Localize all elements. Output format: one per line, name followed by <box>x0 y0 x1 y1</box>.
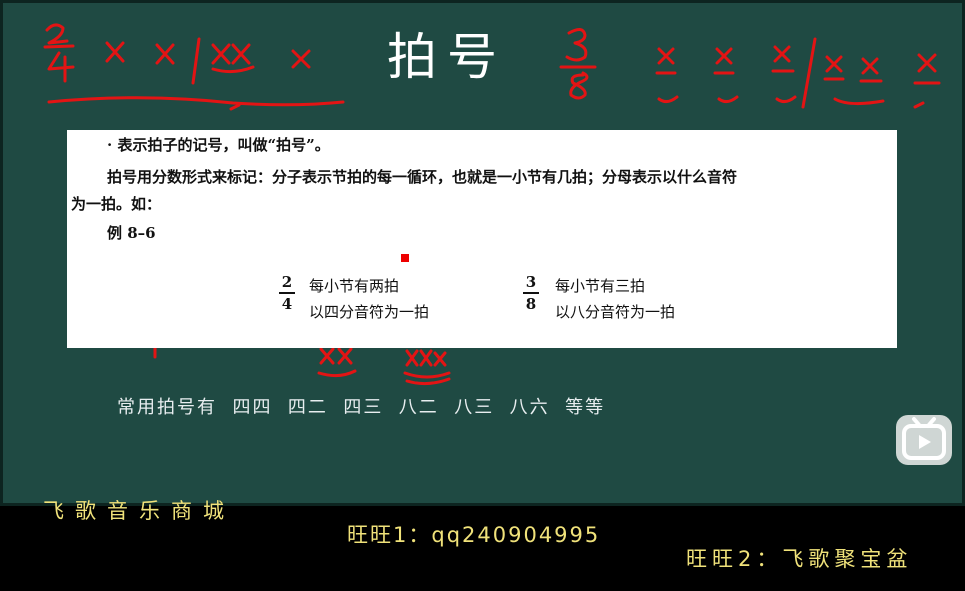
common-meters-line: 常用拍号有 四四 四二 四三 八二 八三 八六 等等 <box>117 397 606 418</box>
denominator: 8 <box>525 294 537 313</box>
beats-per-measure: 每小节有三拍 <box>555 277 646 295</box>
wangwang-1: 旺旺1：qq240904995 <box>347 523 601 547</box>
meter-description-3-8: 每小节有三拍 以八分音符为一拍 <box>555 273 675 325</box>
bilibili-tv-icon[interactable] <box>896 415 952 465</box>
annotation-meter-3-8-top <box>559 28 597 100</box>
meter-fraction-3-8: 3 8 <box>523 273 539 313</box>
numerator: 3 <box>525 273 537 291</box>
definition-line: · 表示拍子的记号，叫做“拍号”。 <box>107 136 330 154</box>
shop-name: 飞歌音乐商城 <box>43 499 235 523</box>
meter-fraction-2-4: 2 4 <box>279 273 295 313</box>
red-marker <box>401 254 409 262</box>
annotation-meter-2-4-top <box>43 23 75 83</box>
beat-unit: 以八分音符为一拍 <box>555 303 676 321</box>
footer: 飞歌音乐商城 旺旺1：qq240904995 旺旺2：飞歌聚宝盆 <box>3 471 907 591</box>
numerator: 2 <box>281 273 293 291</box>
explanation-line: 拍号用分数形式来标记：分子表示节拍的每一循环，也就是一小节有几拍；分母表示以什么… <box>107 168 738 186</box>
wangwang-2: 旺旺2：飞歌聚宝盆 <box>686 547 913 571</box>
chalkboard: 拍号 · 表示拍子的记号，叫做“拍号”。 拍号用分数形式来标记：分子表示节拍的每… <box>0 0 965 571</box>
explanation-line-continued: 为一拍。如： <box>71 195 162 213</box>
denominator: 4 <box>281 294 293 313</box>
beat-unit: 以四分音符为一拍 <box>309 303 430 321</box>
meter-description-2-4: 每小节有两拍 以四分音符为一拍 <box>309 273 429 325</box>
beats-per-measure: 每小节有两拍 <box>309 277 400 295</box>
textbook-excerpt: · 表示拍子的记号，叫做“拍号”。 拍号用分数形式来标记：分子表示节拍的每一循环… <box>67 130 897 348</box>
example-label: 例 8–6 <box>107 224 156 242</box>
page-title: 拍号 <box>387 28 507 86</box>
